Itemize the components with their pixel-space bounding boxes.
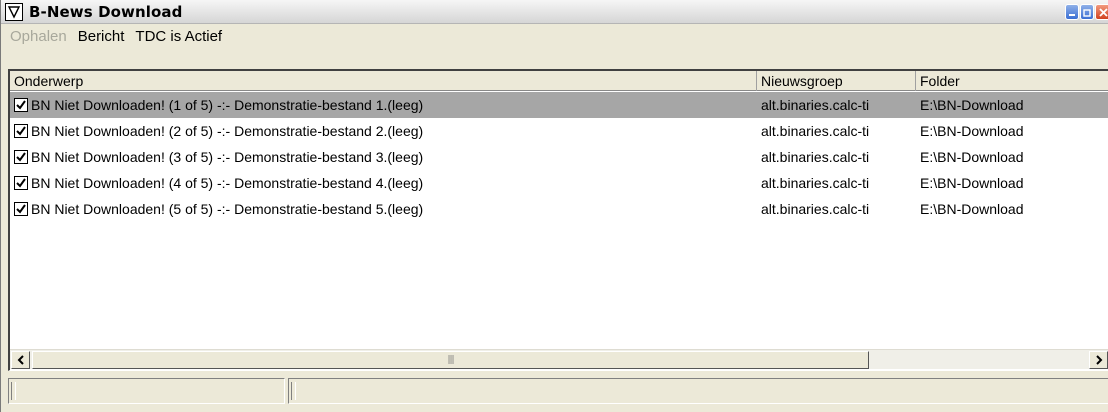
maximize-button[interactable]: [1080, 4, 1094, 20]
chevron-left-icon: [17, 353, 25, 368]
download-list[interactable]: Onderwerp Nieuwsgroep Folder BN Niet Dow…: [8, 69, 1108, 371]
list-row[interactable]: BN Niet Downloaden! (4 of 5) -:- Demonst…: [10, 170, 1108, 196]
menu-bar: Ophalen Bericht TDC is Actief: [1, 25, 1108, 47]
chevron-right-icon: [1095, 353, 1103, 368]
row-folder: E:\BN-Download: [920, 97, 1024, 113]
row-checkbox[interactable]: [14, 150, 28, 164]
column-header-nieuwsgroep[interactable]: Nieuwsgroep: [757, 71, 916, 91]
list-header: Onderwerp Nieuwsgroep Folder: [10, 71, 1108, 91]
list-row[interactable]: BN Niet Downloaden! (3 of 5) -:- Demonst…: [10, 144, 1108, 170]
menu-bericht[interactable]: Bericht: [78, 28, 125, 45]
row-checkbox[interactable]: [14, 176, 28, 190]
menu-ophalen[interactable]: Ophalen: [10, 28, 67, 45]
row-newsgroup: alt.binaries.calc-ti: [761, 175, 870, 191]
row-newsgroup: alt.binaries.calc-ti: [761, 97, 870, 113]
close-button[interactable]: [1095, 4, 1108, 20]
row-subject: BN Niet Downloaden! (5 of 5) -:- Demonst…: [31, 201, 424, 217]
row-checkbox[interactable]: [14, 124, 28, 138]
list-row[interactable]: BN Niet Downloaden! (1 of 5) -:- Demonst…: [10, 92, 1108, 118]
scrollbar-thumb[interactable]: |||: [32, 351, 869, 369]
status-panel-right: [288, 378, 1108, 404]
status-bar: [1, 375, 1108, 412]
app-window: B-News Download Ophalen Bericht TDC is A…: [0, 0, 1108, 412]
column-header-onderwerp[interactable]: Onderwerp: [10, 71, 757, 91]
row-folder: E:\BN-Download: [920, 149, 1024, 165]
row-newsgroup: alt.binaries.calc-ti: [761, 149, 870, 165]
close-icon: [1098, 5, 1108, 20]
scroll-right-button[interactable]: [1089, 351, 1108, 369]
row-subject: BN Niet Downloaden! (4 of 5) -:- Demonst…: [31, 175, 424, 191]
window-title: B-News Download: [29, 3, 183, 21]
row-subject: BN Niet Downloaden! (2 of 5) -:- Demonst…: [31, 123, 424, 139]
panel-divider: [11, 382, 16, 400]
list-rows: BN Niet Downloaden! (1 of 5) -:- Demonst…: [10, 92, 1108, 222]
row-folder: E:\BN-Download: [920, 175, 1024, 191]
list-row[interactable]: BN Niet Downloaden! (5 of 5) -:- Demonst…: [10, 196, 1108, 222]
row-newsgroup: alt.binaries.calc-ti: [761, 201, 870, 217]
list-row[interactable]: BN Niet Downloaden! (2 of 5) -:- Demonst…: [10, 118, 1108, 144]
minimize-button[interactable]: [1065, 4, 1079, 20]
row-folder: E:\BN-Download: [920, 123, 1024, 139]
horizontal-scrollbar[interactable]: |||: [10, 349, 1108, 369]
column-header-folder[interactable]: Folder: [916, 71, 1108, 91]
title-bar[interactable]: B-News Download: [1, 0, 1108, 24]
row-subject: BN Niet Downloaden! (3 of 5) -:- Demonst…: [31, 149, 424, 165]
status-panel-left: [8, 378, 285, 404]
row-checkbox[interactable]: [14, 202, 28, 216]
grip-icon: |||: [447, 355, 454, 365]
menu-tdc-actief[interactable]: TDC is Actief: [135, 28, 222, 45]
minimize-icon: [1068, 5, 1076, 20]
row-subject: BN Niet Downloaden! (1 of 5) -:- Demonst…: [31, 97, 424, 113]
scroll-left-button[interactable]: [11, 351, 30, 369]
row-newsgroup: alt.binaries.calc-ti: [761, 123, 870, 139]
panel-divider: [291, 382, 296, 400]
maximize-icon: [1083, 5, 1091, 20]
row-checkbox[interactable]: [14, 98, 28, 112]
row-folder: E:\BN-Download: [920, 201, 1024, 217]
app-system-icon[interactable]: [5, 3, 23, 21]
